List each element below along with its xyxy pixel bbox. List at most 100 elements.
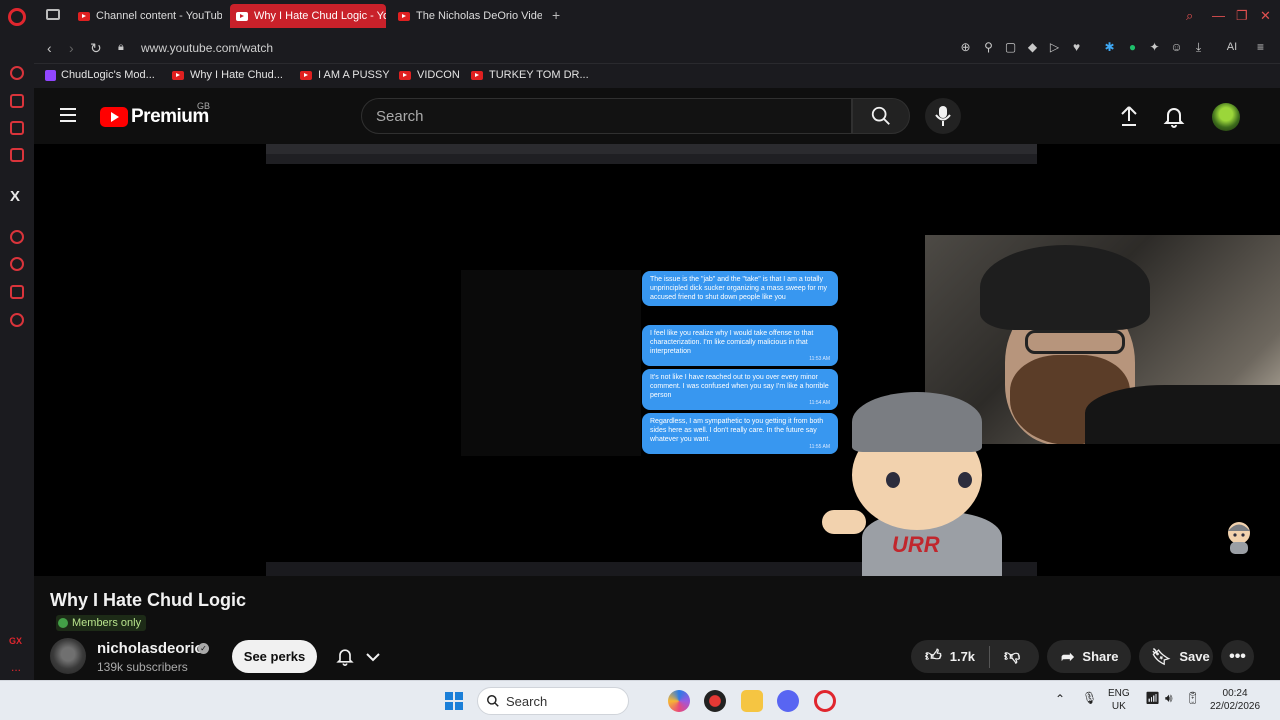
zoom-icon[interactable]: ⊕ (959, 41, 972, 54)
youtube-header: Premium GB Search (34, 88, 1280, 144)
opera-gx-taskbar-icon[interactable] (814, 690, 836, 712)
reload-icon[interactable]: ↻ (90, 40, 102, 57)
chat-message-text: I feel like you realize why I would take… (650, 330, 814, 355)
like-dislike-group: 👍︎ 1.7k 👎︎ (911, 640, 1039, 673)
heart-icon[interactable]: ♥ (1070, 41, 1083, 54)
extensions-icon[interactable] (10, 285, 24, 299)
url-field[interactable]: www.youtube.com/watch (141, 41, 273, 55)
channel-watermark-icon[interactable] (1224, 520, 1254, 554)
bookmark-why-i-hate-chud[interactable]: Why I Hate Chud... (172, 69, 283, 81)
bookmark-chudlogic-mod[interactable]: ChudLogic's Mod... (45, 69, 155, 81)
close-window-button[interactable]: ✕ (1260, 8, 1271, 24)
search-input[interactable]: Search (361, 98, 852, 134)
tab-why-i-hate-chud-logic[interactable]: Why I Hate Chud Logic - YouTube (230, 4, 386, 28)
notification-settings-button[interactable] (329, 640, 393, 673)
profile-icon[interactable]: ☺ (1170, 41, 1183, 54)
tab-label: The Nicholas DeOrio Video (416, 10, 542, 22)
youtube-favicon-icon (236, 11, 248, 21)
youtube-favicon-icon (172, 70, 184, 80)
upload-icon[interactable] (1117, 104, 1141, 128)
bookmark-label: I AM A PUSSY (318, 69, 390, 81)
mascot-eye (958, 472, 972, 488)
thumbs-down-icon[interactable]: 👎︎ (1004, 647, 1020, 666)
taskbar-search[interactable]: Search (477, 687, 629, 715)
bookmarks-bar: ChudLogic's Mod... Why I Hate Chud... I … (34, 64, 1280, 88)
battery-icon[interactable]: 🔋︎ (1185, 692, 1200, 705)
mascot-eye (886, 472, 900, 488)
chat-message-bubble: The issue is the "jab" and the "take" is… (642, 271, 838, 306)
language-indicator[interactable]: ENG UK (1108, 687, 1130, 713)
tab-label: Why I Hate Chud Logic - YouTube (254, 10, 386, 22)
vpn-icon[interactable]: ◆ (1026, 41, 1039, 54)
volume-icon[interactable]: 🔊︎ (1165, 692, 1173, 705)
youtube-logo-icon[interactable] (100, 107, 128, 127)
pin-icon[interactable]: ⚲ (982, 41, 995, 54)
translate-extension-icon[interactable]: ✱ (1103, 41, 1116, 54)
restore-button[interactable]: ❐ (1236, 8, 1248, 24)
history-icon[interactable] (10, 257, 24, 271)
tab-nicholas-deorio[interactable]: The Nicholas DeOrio Video (392, 4, 542, 28)
more-icon[interactable]: ... (11, 660, 21, 674)
tab-channel-content[interactable]: Channel content - YouTube (72, 4, 222, 28)
green-extension-icon[interactable]: ● (1126, 41, 1139, 54)
opera-sidebar: X GX ... (0, 0, 34, 680)
bookmark-i-am-a-pussy[interactable]: I AM A PUSSY (300, 69, 390, 81)
search-icon (487, 695, 499, 707)
like-button[interactable]: 👍︎ 1.7k (911, 647, 975, 666)
see-perks-button[interactable]: See perks (232, 640, 317, 673)
download-icon[interactable]: ⤓ (1192, 41, 1205, 54)
bag-icon[interactable] (10, 94, 24, 108)
play-icon[interactable]: ▷ (1048, 41, 1061, 54)
clock[interactable]: 00:24 22/02/2026 (1210, 687, 1260, 713)
wifi-icon[interactable]: 📶︎ (1145, 692, 1160, 705)
video-browser-address (266, 154, 1037, 164)
speed-dial-icon[interactable] (10, 66, 24, 80)
video-title: Why I Hate Chud Logic (50, 590, 246, 610)
tray-microphone-icon[interactable]: 🎙︎ (1082, 692, 1097, 705)
menu-icon[interactable]: ≡ (1254, 41, 1267, 54)
bookmark-label: Why I Hate Chud... (190, 69, 283, 81)
channel-avatar[interactable] (50, 638, 86, 674)
ai-button[interactable]: AI (1217, 41, 1247, 54)
account-avatar[interactable] (1212, 103, 1240, 131)
forward-icon[interactable]: › (69, 40, 74, 56)
more-actions-button[interactable]: ••• (1221, 640, 1254, 673)
twitch-icon (45, 69, 56, 81)
messenger-icon[interactable] (10, 121, 24, 135)
search-tabs-icon[interactable]: ⌕ (1186, 8, 1193, 24)
file-explorer-icon[interactable] (741, 690, 763, 712)
bookmark-vidcon[interactable]: VIDCON (399, 69, 460, 81)
tray-overflow-icon[interactable]: ⌃ (1055, 693, 1065, 706)
minimize-button[interactable]: — (1212, 8, 1225, 23)
voice-search-button[interactable] (925, 98, 961, 134)
obs-icon[interactable] (704, 690, 726, 712)
copilot-icon[interactable] (668, 690, 690, 712)
player-icon[interactable] (10, 230, 24, 244)
tab-menu-icon[interactable] (46, 9, 60, 20)
save-label: Save (1179, 649, 1210, 664)
bookmark-turkey-tom[interactable]: TURKEY TOM DR... (471, 69, 589, 81)
channel-name[interactable]: nicholasdeorio (97, 640, 204, 657)
windows-start-icon[interactable] (445, 692, 463, 710)
ai-label: AI (1226, 41, 1238, 53)
back-icon[interactable]: ‹ (47, 40, 52, 56)
settings-icon[interactable] (10, 313, 24, 327)
members-only-badge: Members only (56, 615, 147, 631)
snapshot-icon[interactable]: ▢ (1004, 41, 1017, 54)
notifications-bell-icon[interactable] (1162, 104, 1186, 128)
mail-icon[interactable] (10, 148, 24, 162)
discord-icon[interactable] (777, 690, 799, 712)
share-button[interactable]: ➦ Share (1047, 640, 1131, 673)
guide-menu-icon[interactable] (60, 108, 76, 122)
search-button[interactable] (852, 98, 910, 134)
puzzle-extension-icon[interactable]: ✦ (1148, 41, 1161, 54)
x-app-icon[interactable]: X (10, 188, 20, 205)
webcam-shirt (1085, 385, 1280, 444)
gx-label[interactable]: GX (9, 636, 22, 646)
bell-icon (336, 649, 354, 666)
language-code: ENG (1108, 688, 1130, 699)
save-button[interactable]: 🔖︎ Save (1139, 640, 1213, 673)
opera-logo-icon[interactable] (8, 8, 26, 26)
new-tab-button[interactable]: + (552, 7, 560, 23)
chat-message-bubble: Regardless, I am sympathetic to you gett… (642, 413, 838, 454)
